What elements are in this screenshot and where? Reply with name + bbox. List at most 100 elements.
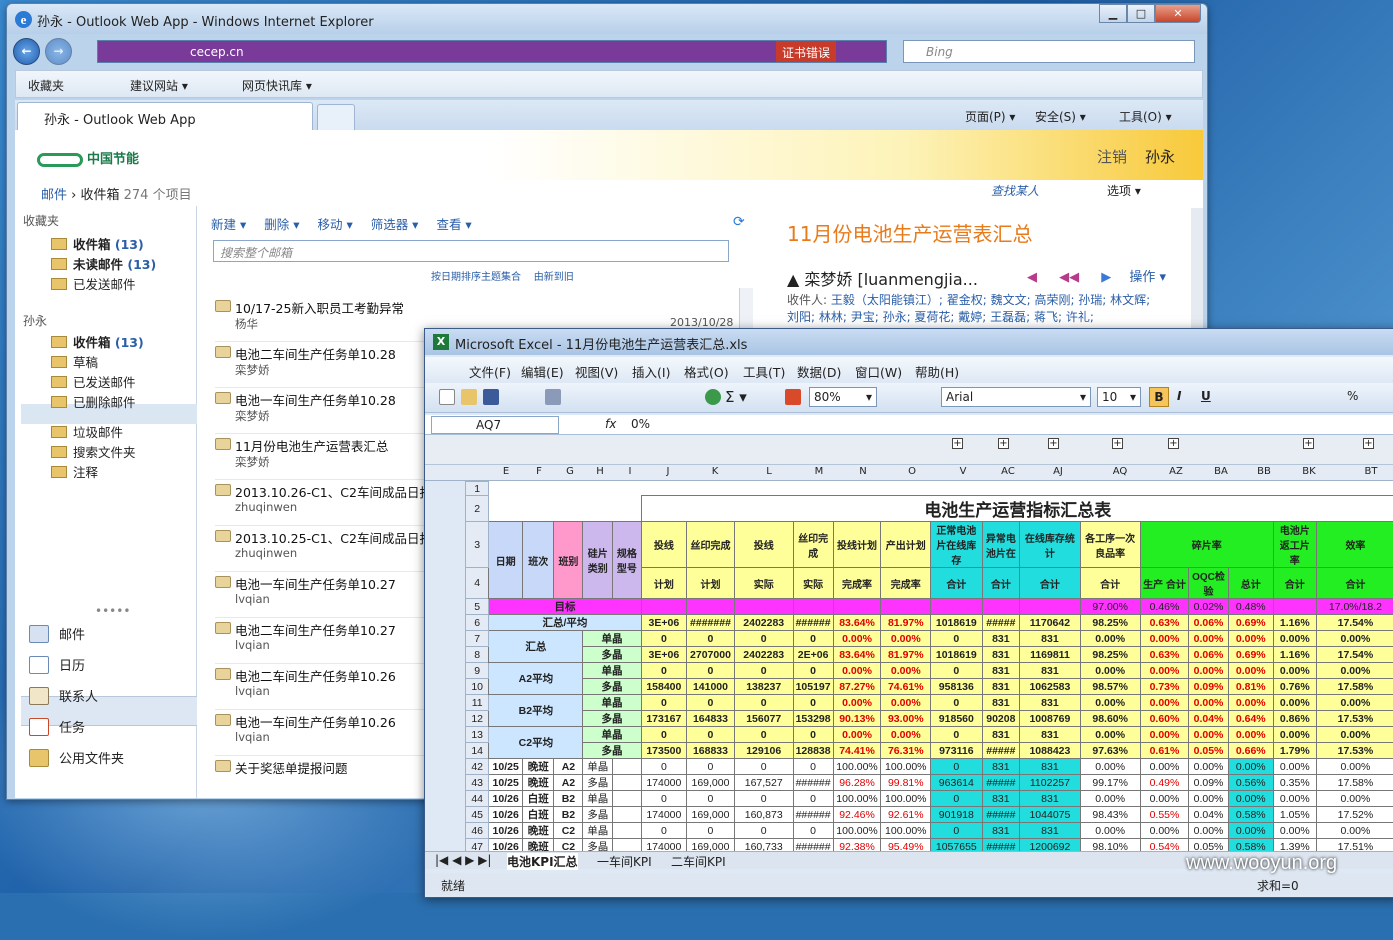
tab-owa[interactable]: 孙永 - Outlook Web App — [17, 102, 313, 130]
column-header[interactable]: N — [839, 466, 887, 477]
to-list[interactable]: 王毅（太阳能镇江）; 翟金权; 魏文文; 高荣刚; 孙瑞; 林文辉; 刘阳; 林… — [787, 293, 1150, 324]
address-bar[interactable]: cecep.cn 证书错误 — [97, 40, 887, 63]
find-someone-link[interactable]: 查找某人 — [991, 182, 1039, 199]
crumb-mail[interactable]: 邮件 — [41, 188, 67, 203]
row-number[interactable]: 46 — [465, 822, 490, 839]
excel-menu-item[interactable]: 文件(F) — [469, 362, 511, 381]
pane-resize-handle[interactable]: ••••• — [95, 604, 130, 618]
reading-scrollbar[interactable] — [1191, 208, 1203, 348]
column-header[interactable]: AZ — [1151, 466, 1201, 477]
column-header[interactable]: K — [691, 466, 739, 477]
row-number[interactable]: 45 — [465, 806, 490, 823]
new-file-icon[interactable] — [439, 389, 455, 405]
column-header[interactable]: BK — [1287, 466, 1331, 477]
sort-order-link[interactable]: 由新到旧 — [534, 272, 574, 283]
expand-icon[interactable]: + — [1048, 438, 1059, 449]
module-tasks[interactable]: 任务 — [29, 717, 85, 736]
formula-value[interactable]: 0% — [631, 417, 650, 431]
column-header[interactable]: M — [799, 466, 839, 477]
move-button[interactable]: 移动 ▾ — [317, 217, 352, 232]
webslice-gallery-link[interactable]: 网页快讯库 ▾ — [242, 77, 312, 94]
sheet-tab[interactable]: 一车间KPI — [597, 853, 652, 870]
row-number[interactable]: 11 — [465, 694, 490, 711]
expand-icon[interactable]: + — [998, 438, 1009, 449]
folder-fav-inbox[interactable]: 收件箱 (13) — [51, 234, 144, 253]
forward-button[interactable]: → — [45, 38, 72, 65]
cmd-page[interactable]: 页面(P) ▾ — [965, 108, 1015, 125]
reply-icon[interactable]: ◀ — [1027, 270, 1037, 285]
row-number[interactable]: 42 — [465, 758, 490, 775]
folder-sent[interactable]: 已发送邮件 — [51, 372, 136, 391]
row-number[interactable]: 3 — [465, 521, 490, 568]
folder-inbox[interactable]: 收件箱 (13) — [51, 332, 144, 351]
row-number[interactable]: 44 — [465, 790, 490, 807]
actions-menu[interactable]: 操作 ▾ — [1129, 270, 1166, 285]
column-header[interactable]: F — [523, 466, 555, 477]
excel-menu-item[interactable]: 插入(I) — [632, 362, 670, 381]
row-number[interactable]: 12 — [465, 710, 490, 727]
suggested-sites-link[interactable]: 建议网站 ▾ — [130, 77, 188, 94]
chart-wizard-icon[interactable] — [785, 389, 801, 405]
cmd-safety[interactable]: 安全(S) ▾ — [1035, 108, 1086, 125]
row-number[interactable]: 6 — [465, 614, 490, 631]
excel-menu-item[interactable]: 编辑(E) — [521, 362, 564, 381]
column-header[interactable]: J — [645, 466, 691, 477]
column-header[interactable]: V — [937, 466, 989, 477]
row-number[interactable]: 13 — [465, 726, 490, 743]
folder-notes[interactable]: 注释 — [51, 462, 98, 481]
name-box[interactable]: AQ7 — [431, 416, 559, 434]
column-header[interactable]: G — [555, 466, 585, 477]
module-mail[interactable]: 邮件 — [29, 624, 85, 643]
row-number[interactable]: 47 — [465, 838, 490, 851]
row-number[interactable]: 9 — [465, 662, 490, 679]
bing-search-input[interactable]: Bing — [903, 40, 1195, 63]
options-menu[interactable]: 选项 ▾ — [1107, 182, 1141, 199]
row-number[interactable]: 7 — [465, 630, 490, 647]
maximize-button[interactable]: □ — [1127, 4, 1155, 23]
minimize-button[interactable]: ▁ — [1099, 4, 1127, 23]
row-number[interactable]: 14 — [465, 742, 490, 759]
column-header[interactable]: H — [585, 466, 615, 477]
column-header[interactable]: O — [887, 466, 937, 477]
expand-icon[interactable]: + — [1303, 438, 1314, 449]
cert-error-badge[interactable]: 证书错误 — [776, 41, 837, 62]
column-header[interactable]: BB — [1241, 466, 1287, 477]
reply-all-icon[interactable]: ◀◀ — [1059, 270, 1079, 285]
excel-menu-item[interactable]: 视图(V) — [575, 362, 618, 381]
folder-search[interactable]: 搜索文件夹 — [51, 442, 136, 461]
back-button[interactable]: ← — [13, 38, 40, 65]
sheet-tab[interactable]: 电池KPI汇总 — [507, 853, 578, 870]
refresh-icon[interactable]: ⟳ — [733, 214, 745, 230]
sheet-grid[interactable]: 1 2 电池生产运营指标汇总表 3 日期 班次 班别 硅片类别 规格型号 投线 丝印完成 投线 丝印完成… — [465, 481, 1393, 851]
italic-button[interactable]: I — [1177, 389, 1181, 403]
new-tab-button[interactable] — [317, 104, 355, 130]
column-header[interactable]: BA — [1201, 466, 1241, 477]
excel-menu-item[interactable]: 帮助(H) — [915, 362, 959, 381]
font-size-select[interactable]: 10 ▾ — [1097, 387, 1141, 407]
percent-button[interactable]: % — [1347, 389, 1358, 403]
row-number[interactable]: 43 — [465, 774, 490, 791]
folder-drafts[interactable]: 草稿 — [51, 352, 98, 371]
folder-deleted[interactable]: 已删除邮件 — [51, 392, 136, 411]
expand-icon[interactable]: + — [952, 438, 963, 449]
column-header[interactable]: BT — [1331, 466, 1393, 477]
zoom-select[interactable]: 80% ▾ — [809, 387, 877, 407]
delete-button[interactable]: 删除 ▾ — [264, 217, 299, 232]
module-calendar[interactable]: 日历 — [29, 655, 85, 674]
module-public[interactable]: 公用文件夹 — [29, 748, 124, 767]
row-number[interactable]: 5 — [465, 598, 490, 615]
save-icon[interactable] — [483, 389, 499, 405]
excel-menu-item[interactable]: 工具(T) — [743, 362, 785, 381]
forward-icon[interactable]: ▶ — [1101, 270, 1111, 285]
favorites-button[interactable]: 收藏夹 — [28, 77, 64, 94]
print-icon[interactable] — [545, 389, 561, 405]
cmd-tools[interactable]: 工具(O) ▾ — [1119, 108, 1172, 125]
expand-icon[interactable]: + — [1168, 438, 1179, 449]
user-group[interactable]: 孙永 — [23, 312, 47, 329]
filter-button[interactable]: 筛选器 ▾ — [371, 217, 419, 232]
new-button[interactable]: 新建 ▾ — [211, 217, 246, 232]
row-number[interactable]: 4 — [465, 567, 490, 599]
autosum-icon[interactable]: Σ ▾ — [725, 388, 747, 406]
expand-icon[interactable]: + — [1112, 438, 1123, 449]
folder-fav-sent[interactable]: 已发送邮件 — [51, 274, 136, 293]
